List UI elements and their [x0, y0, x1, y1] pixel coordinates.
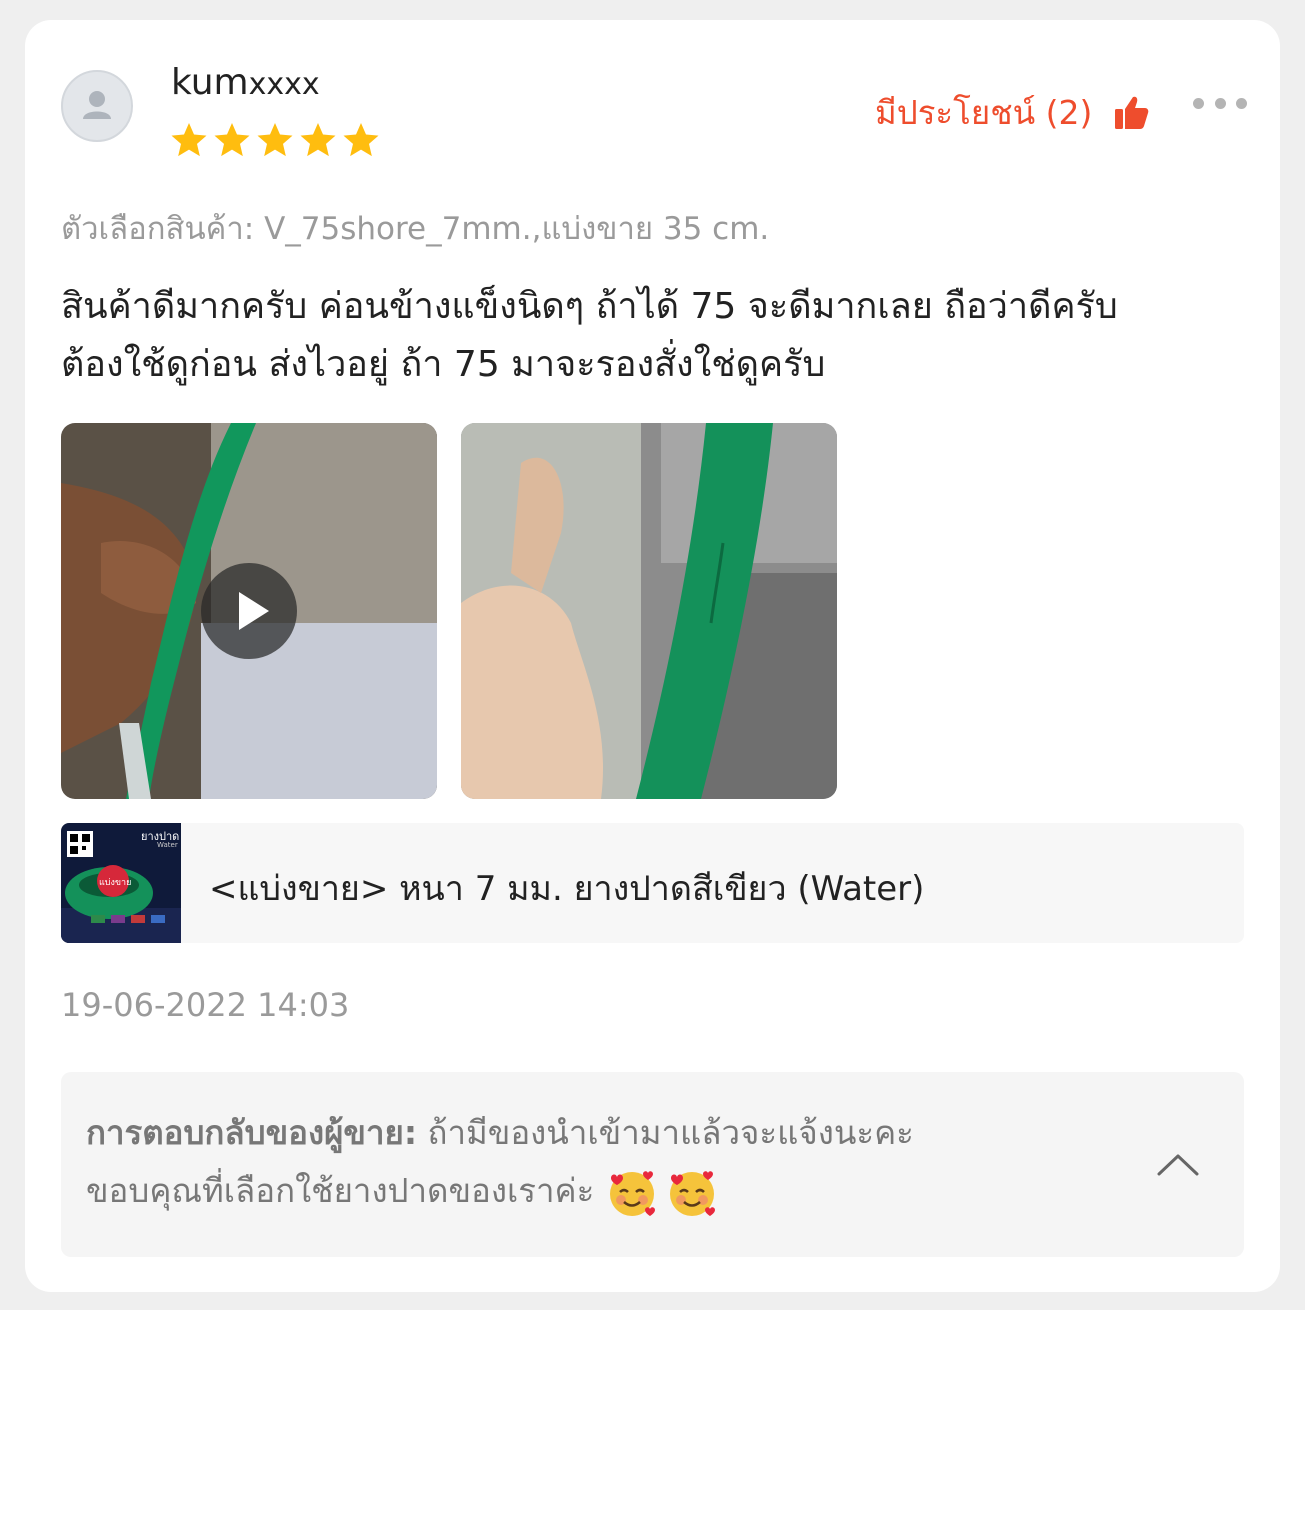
seller-reply-line: ขอบคุณที่เลือกใช้ยางปาดของเราค่ะ [86, 1162, 1136, 1220]
star-icon [257, 123, 293, 157]
review-card: kumxxxx มีประโยชน์ (2) ตัวเลือกสินค้า: V… [25, 20, 1280, 1292]
review-text-line: สินค้าดีมากครับ ค่อนข้างแข็งนิดๆ ถ้าได้ … [61, 286, 1118, 327]
reviewer-name-masked: xxxx [248, 67, 320, 102]
product-link[interactable]: ยางปาด Water แบ่งขาย <แบ่งขาย> หนา 7 มม.… [61, 823, 1244, 943]
seller-reply-box[interactable]: การตอบกลับของผู้ขาย: ถ้ามีของนำเข้ามาแล้… [61, 1072, 1244, 1257]
seller-reply-text: ขอบคุณที่เลือกใช้ยางปาดของเราค่ะ [86, 1171, 605, 1210]
star-icon [343, 123, 379, 157]
review-text: สินค้าดีมากครับ ค่อนข้างแข็งนิดๆ ถ้าได้ … [61, 278, 1251, 394]
review-timestamp: 19-06-2022 14:03 [61, 986, 350, 1024]
review-photo-thumbnail[interactable] [461, 423, 837, 799]
seller-reply-body: การตอบกลับของผู้ขาย: ถ้ามีของนำเข้ามาแล้… [86, 1104, 1136, 1220]
star-icon [214, 123, 250, 157]
helpful-label: มีประโยชน์ (2) [875, 93, 1093, 132]
star-icon [300, 123, 336, 157]
thumbs-up-icon [1115, 96, 1149, 129]
seller-reply-text: ถ้ามีของนำเข้ามาแล้วจะแจ้งนะคะ [417, 1113, 914, 1152]
review-text-line: ต้องใช้ดูก่อน ส่งไวอยู่ ถ้า 75 มาจะรองสั… [61, 344, 826, 385]
review-video-thumbnail[interactable] [61, 423, 437, 799]
more-dots-icon[interactable] [1193, 96, 1247, 110]
smiling-face-with-hearts-icon [609, 1170, 655, 1216]
product-variation: ตัวเลือกสินค้า: V_75shore_7mm.,แบ่งขาย 3… [61, 211, 770, 247]
product-thumb-badge: แบ่งขาย [99, 878, 132, 888]
user-avatar-icon[interactable] [61, 70, 133, 142]
helpful-button[interactable]: มีประโยชน์ (2) [875, 86, 1150, 139]
smiling-face-with-hearts-icon [669, 1170, 715, 1216]
seller-reply-label: การตอบกลับของผู้ขาย: [86, 1113, 418, 1152]
product-name: <แบ่งขาย> หนา 7 มม. ยางปาดสีเขียว (Water… [209, 869, 925, 909]
product-thumbnail: ยางปาด Water แบ่งขาย [61, 823, 181, 943]
play-icon[interactable] [201, 563, 297, 659]
chevron-up-icon[interactable] [1153, 1144, 1203, 1184]
seller-reply-line: การตอบกลับของผู้ขาย: ถ้ามีของนำเข้ามาแล้… [86, 1104, 1136, 1162]
star-icon [171, 123, 207, 157]
rating-stars [169, 120, 381, 160]
reviewer-name: kumxxxx [171, 62, 320, 103]
product-thumb-subtitle: Water [157, 841, 178, 849]
reviewer-name-visible: kum [171, 62, 249, 103]
